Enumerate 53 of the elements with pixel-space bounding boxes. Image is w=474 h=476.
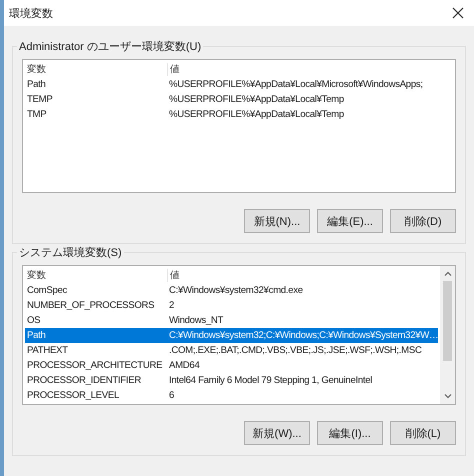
group-title: システム環境変数(S): [17, 245, 124, 260]
name-cell-text: OS: [26, 315, 42, 326]
scroll-up-icon[interactable]: [444, 271, 452, 276]
dialog-button[interactable]: 編集(E)...: [317, 209, 383, 233]
name-cell-text: PROCESSOR_ARCHITECTURE: [26, 360, 164, 371]
dialog-button[interactable]: 編集(I)...: [317, 421, 383, 445]
variable-list[interactable]: [22, 265, 456, 405]
variable-row[interactable]: PATHEXT .COM;.EXE;.BAT;.CMD;.VBS;.VBE;.JS;.JSE;.WSF;.WSH;.MSC: [25, 343, 438, 358]
dialog-button[interactable]: 削除(D): [390, 209, 456, 233]
variable-row[interactable]: Path %USERPROFILE%¥AppData¥Local¥Microsoft¥WindowsApps;: [25, 77, 453, 92]
dialog-button[interactable]: 新規(N)...: [244, 209, 310, 233]
column-header[interactable]: 変数: [25, 269, 168, 282]
name-cell-text: Path: [26, 79, 47, 90]
value-cell-text: C:¥Windows¥system32¥cmd.exe: [168, 285, 303, 296]
dialog-button[interactable]: 削除(L): [390, 421, 456, 445]
column-header[interactable]: 値: [168, 269, 180, 282]
variable-row[interactable]: OS Windows_NT: [25, 313, 438, 328]
column-header[interactable]: 値: [168, 63, 180, 76]
name-cell-text: TEMP: [26, 94, 54, 105]
value-cell-text: 2: [168, 300, 174, 311]
name-cell-text: Path: [26, 330, 47, 341]
variable-row[interactable]: ComSpec C:¥Windows¥system32¥cmd.exe: [25, 283, 438, 298]
scrollbar[interactable]: [440, 266, 455, 404]
value-cell-text: AMD64: [168, 360, 200, 371]
scroll-thumb[interactable]: [443, 281, 452, 361]
group-title: Administrator のユーザー環境変数(U): [17, 39, 204, 54]
value-cell-text: 6: [168, 390, 174, 401]
value-cell-text: Windows_NT: [168, 315, 224, 326]
variable-row[interactable]: Path C:¥Windows¥system32;C:¥Windows;C:¥Windows¥System32¥W…: [25, 328, 438, 343]
name-cell-text: PROCESSOR_LEVEL: [26, 390, 120, 401]
variable-row[interactable]: PROCESSOR_LEVEL 6: [25, 388, 438, 403]
variable-row[interactable]: PROCESSOR_IDENTIFIER Intel64 Family 6 Model 79 Stepping 1, GenuineIntel: [25, 373, 438, 388]
value-cell-text: Intel64 Family 6 Model 79 Stepping 1, GenuineIntel: [168, 375, 372, 386]
variable-row[interactable]: NUMBER_OF_PROCESSORS 2: [25, 298, 438, 313]
variable-row[interactable]: TEMP %USERPROFILE%¥AppData¥Local¥Temp: [25, 92, 453, 107]
name-cell-text: TMP: [26, 109, 48, 120]
scroll-down-icon[interactable]: [444, 394, 452, 399]
variable-row[interactable]: TMP %USERPROFILE%¥AppData¥Local¥Temp: [25, 107, 453, 122]
value-cell-text: %USERPROFILE%¥AppData¥Local¥Temp: [168, 94, 344, 105]
value-cell-text: C:¥Windows¥system32;C:¥Windows;C:¥Windows¥System32¥W…: [168, 330, 438, 341]
dialog-button[interactable]: 新規(W)...: [244, 421, 310, 445]
variable-row[interactable]: PROCESSOR_ARCHITECTURE AMD64: [25, 358, 438, 373]
value-cell-text: %USERPROFILE%¥AppData¥Local¥Microsoft¥WindowsApps;: [168, 79, 423, 90]
name-cell-text: ComSpec: [26, 285, 68, 296]
variable-list[interactable]: 変数 値 Path %USERPROFILE%¥AppData¥Local¥Microsoft¥WindowsApps; TEMP %USERPROFILE%¥AppData¥Local¥Temp TMP %USERPROFILE%¥AppData¥Local¥Temp: [22, 59, 456, 193]
name-cell-text: NUMBER_OF_PROCESSORS: [26, 300, 156, 311]
close-icon[interactable]: [452, 7, 464, 19]
window-title: 環境変数: [9, 6, 53, 20]
value-cell-text: %USERPROFILE%¥AppData¥Local¥Temp: [168, 109, 344, 120]
value-cell-text: .COM;.EXE;.BAT;.CMD;.VBS;.VBE;.JS;.JSE;.WSF;.WSH;.MSC: [168, 345, 422, 356]
column-header[interactable]: 変数: [25, 63, 168, 76]
name-cell-text: PATHEXT: [26, 345, 69, 356]
name-cell-text: PROCESSOR_IDENTIFIER: [26, 375, 142, 386]
